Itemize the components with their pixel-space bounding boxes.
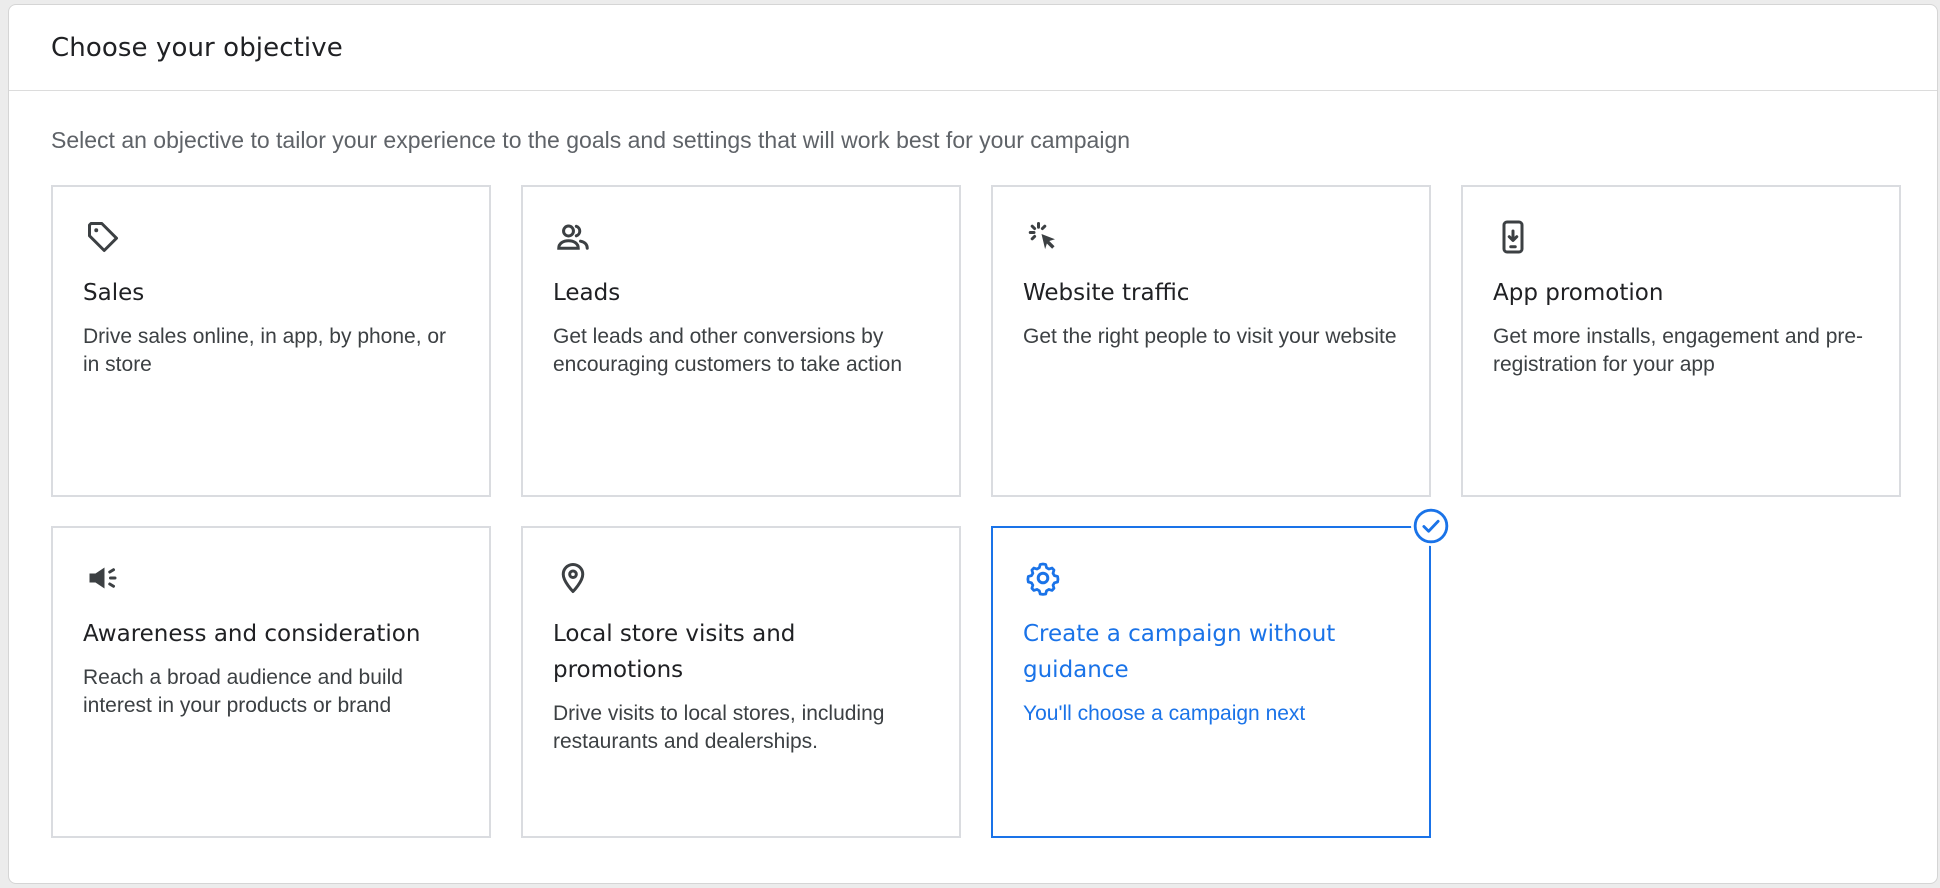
- card-description: Drive visits to local stores, including …: [553, 702, 885, 753]
- megaphone-icon: [83, 558, 123, 598]
- card-description: Get leads and other conversions by encou…: [553, 325, 903, 376]
- check-circle-icon: [1411, 506, 1451, 546]
- location-pin-icon: [553, 558, 593, 598]
- card-description: Reach a broad audience and build interes…: [83, 666, 403, 717]
- card-description: Get the right people to visit your websi…: [1023, 325, 1397, 348]
- card-description: Get more installs, engagement and pre-re…: [1493, 325, 1864, 376]
- objective-card-sales[interactable]: Sales Drive sales online, in app, by pho…: [51, 185, 491, 497]
- card-title: Awareness and consideration: [83, 621, 421, 647]
- card-title: App promotion: [1493, 280, 1664, 306]
- card-description: Drive sales online, in app, by phone, or…: [83, 325, 447, 376]
- objective-panel: Choose your objective Select an objectiv…: [8, 4, 1938, 884]
- objective-card-no-guidance[interactable]: Create a campaign without guidance You'l…: [991, 506, 1451, 838]
- gear-icon: [1023, 558, 1063, 598]
- card-title: Create a campaign without guidance: [1023, 621, 1336, 683]
- card-title: Sales: [83, 280, 145, 306]
- card-title: Leads: [553, 280, 621, 306]
- cursor-click-icon: [1023, 217, 1063, 257]
- objective-card-awareness[interactable]: Awareness and consideration Reach a broa…: [51, 526, 491, 838]
- objective-card-local-store[interactable]: Local store visits and promotions Drive …: [521, 526, 961, 838]
- objective-subtitle: Select an objective to tailor your exper…: [51, 127, 1131, 153]
- card-title: Local store visits and promotions: [553, 621, 796, 683]
- card-title: Website traffic: [1023, 280, 1190, 306]
- tag-icon: [83, 217, 123, 257]
- panel-header: Choose your objective: [9, 5, 1937, 91]
- people-icon: [553, 217, 593, 257]
- objective-card-website-traffic[interactable]: Website traffic Get the right people to …: [991, 185, 1431, 497]
- phone-download-icon: [1493, 217, 1533, 257]
- card-description: You'll choose a campaign next: [1023, 702, 1306, 725]
- objective-card-app-promotion[interactable]: App promotion Get more installs, engagem…: [1461, 185, 1901, 497]
- objective-card-leads[interactable]: Leads Get leads and other conversions by…: [521, 185, 961, 497]
- page-title: Choose your objective: [51, 32, 343, 63]
